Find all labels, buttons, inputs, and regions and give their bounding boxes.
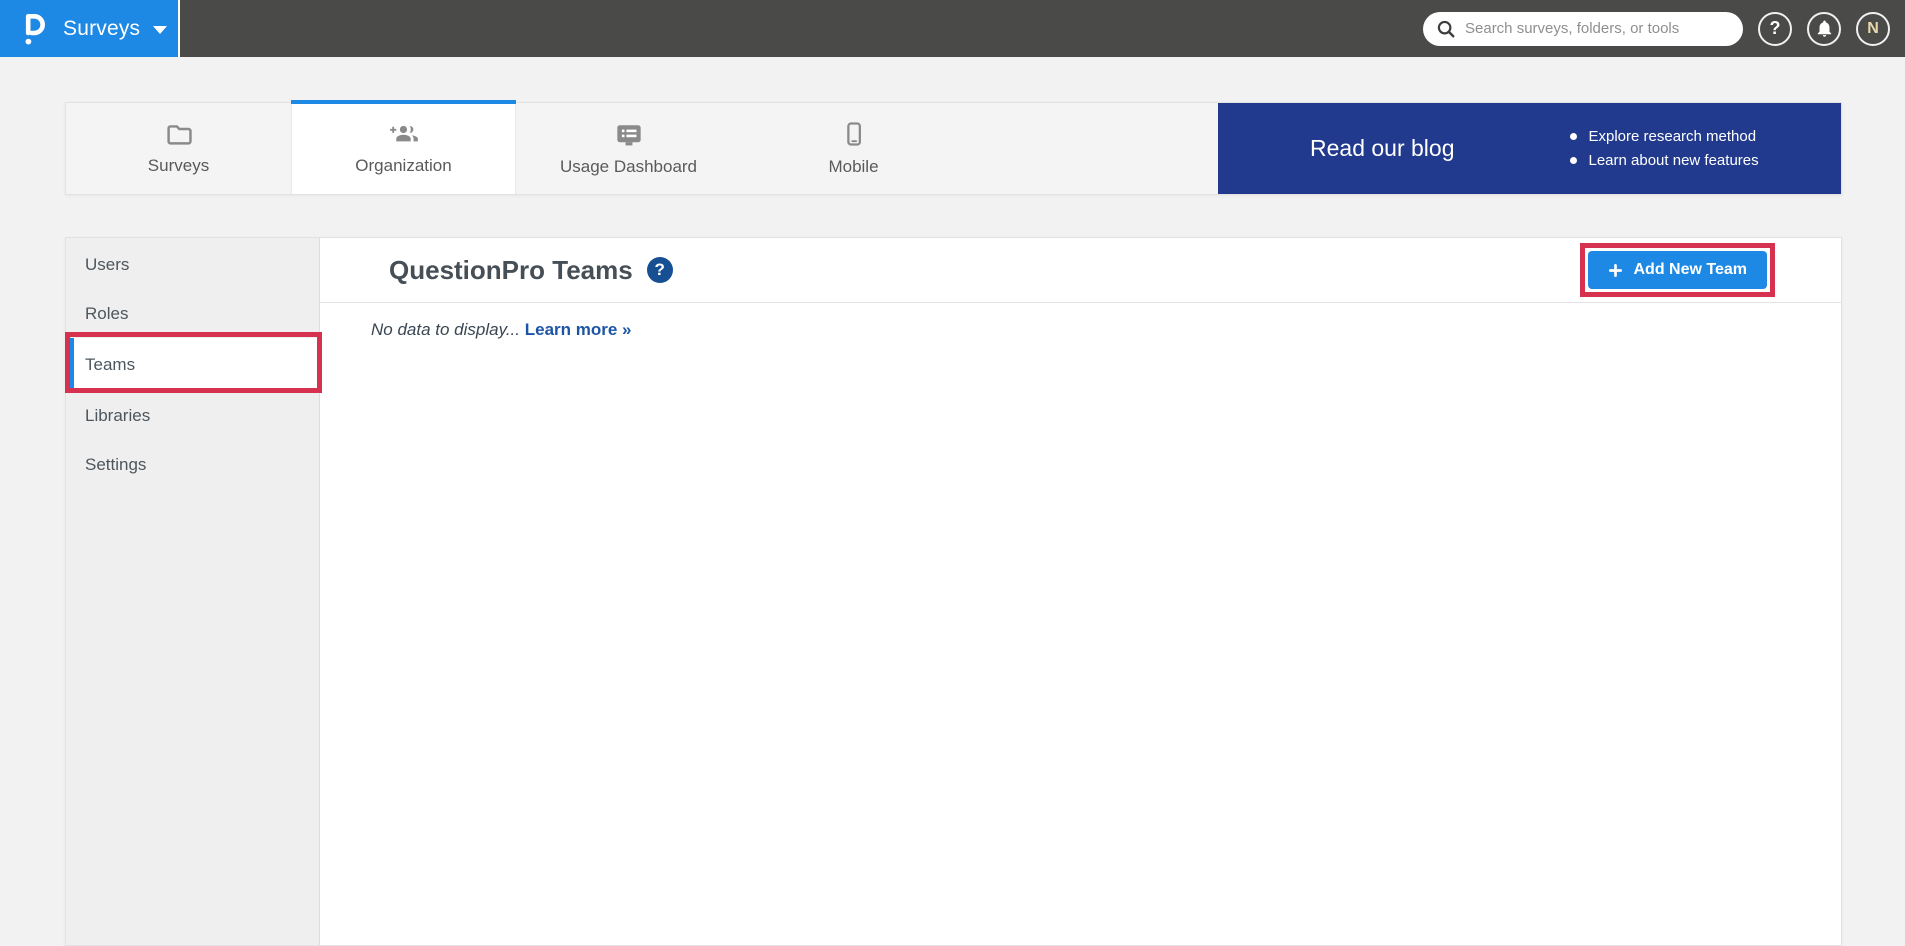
- product-label: Surveys: [63, 17, 140, 41]
- search-icon: [1436, 19, 1456, 39]
- add-new-team-button[interactable]: Add New Team: [1588, 251, 1768, 289]
- tab-label: Surveys: [148, 156, 209, 176]
- bell-icon: [1815, 19, 1834, 38]
- sidebar-item-teams[interactable]: Teams: [66, 338, 319, 391]
- product-switcher[interactable]: Surveys: [0, 0, 180, 57]
- chevron-down-icon: [153, 26, 167, 34]
- sidebar-item-label: Libraries: [85, 406, 150, 426]
- teams-header: QuestionPro Teams ? Add New Team: [320, 238, 1841, 303]
- avatar-initial: N: [1867, 20, 1879, 38]
- teams-content: QuestionPro Teams ? Add New Team No data…: [320, 238, 1841, 945]
- tab-organization[interactable]: Organization: [291, 103, 516, 194]
- primary-tab-bar: Surveys Organization Usage Dashboard: [65, 102, 1842, 195]
- dashboard-icon: [614, 121, 644, 148]
- sidebar-item-label: Teams: [85, 355, 135, 375]
- tab-label: Organization: [355, 156, 451, 176]
- organization-sidebar: Users Roles Teams Libraries Settings: [66, 238, 320, 945]
- user-avatar[interactable]: N: [1856, 12, 1890, 46]
- blog-bullet-list: Explore research method Learn about new …: [1568, 121, 1759, 176]
- sidebar-item-settings[interactable]: Settings: [66, 440, 319, 489]
- tab-usage-dashboard[interactable]: Usage Dashboard: [516, 103, 741, 194]
- learn-more-link[interactable]: Learn more »: [525, 320, 632, 339]
- annotation-highlight-add-new-team: Add New Team: [1580, 243, 1776, 297]
- sidebar-item-users[interactable]: Users: [66, 240, 319, 289]
- empty-state-text: No data to display...: [371, 320, 520, 339]
- tab-mobile[interactable]: Mobile: [741, 103, 966, 194]
- tab-label: Mobile: [828, 157, 878, 177]
- folder-icon: [164, 121, 194, 147]
- page-title: QuestionPro Teams: [389, 255, 633, 286]
- organization-panel: Users Roles Teams Libraries Settings Que…: [65, 237, 1842, 946]
- tab-surveys[interactable]: Surveys: [66, 103, 291, 194]
- search-input[interactable]: [1465, 20, 1731, 37]
- group-add-icon: [388, 121, 420, 147]
- sidebar-item-roles[interactable]: Roles: [66, 289, 319, 338]
- question-mark-icon: ?: [1770, 18, 1781, 39]
- plus-icon: [1608, 263, 1623, 278]
- teams-help-button[interactable]: ?: [647, 257, 673, 283]
- add-new-team-label: Add New Team: [1634, 261, 1748, 279]
- global-search[interactable]: [1423, 12, 1743, 46]
- empty-state: No data to display... Learn more »: [320, 303, 1841, 340]
- sidebar-item-label: Users: [85, 255, 129, 275]
- questionpro-logo-icon: [22, 12, 47, 46]
- blog-bullet-item: Learn about new features: [1568, 152, 1759, 169]
- tab-label: Usage Dashboard: [560, 157, 697, 177]
- notifications-button[interactable]: [1807, 12, 1841, 46]
- blog-panel-title: Read our blog: [1310, 135, 1455, 162]
- help-button[interactable]: ?: [1758, 12, 1792, 46]
- sidebar-item-label: Roles: [85, 304, 128, 324]
- blog-promo-panel[interactable]: Read our blog Explore research method Le…: [1218, 103, 1841, 194]
- topbar: Surveys ? N: [0, 0, 1905, 57]
- sidebar-item-label: Settings: [85, 455, 146, 475]
- sidebar-item-libraries[interactable]: Libraries: [66, 391, 319, 440]
- blog-bullet-item: Explore research method: [1568, 128, 1759, 145]
- question-mark-icon: ?: [654, 260, 664, 280]
- mobile-icon: [841, 120, 867, 148]
